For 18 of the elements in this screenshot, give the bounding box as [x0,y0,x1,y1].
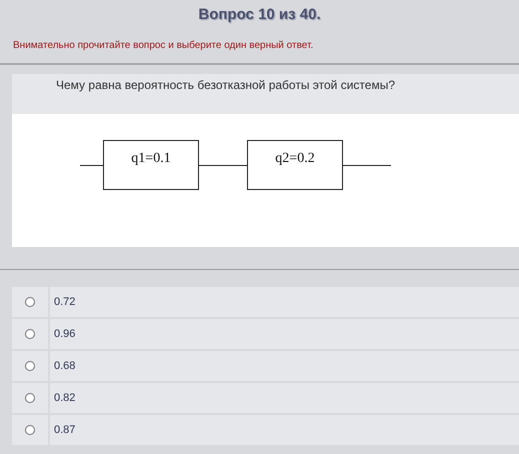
answer-option[interactable]: 0.72 [50,287,519,317]
diagram-block: q2=0.2 [247,140,343,190]
answer-option[interactable]: 0.87 [50,415,519,445]
answer-option[interactable]: 0.96 [50,319,519,349]
radio-button[interactable] [25,393,35,403]
radio-button[interactable] [25,361,35,371]
connector-line [199,164,247,166]
radio-button[interactable] [25,297,35,307]
question-number-title: Вопрос 10 из 40. [197,5,322,25]
answer-option[interactable]: 0.68 [50,351,519,381]
answer-option[interactable]: 0.82 [50,383,519,413]
radio-button[interactable] [25,329,35,339]
question-text: Чему равна вероятность безотказной работы этой системы? [55,77,396,92]
diagram-block: q1=0.1 [103,140,199,190]
connector-line [343,164,391,166]
instruction-text: Внимательно прочитайте вопрос и выберите один верный ответ. [12,40,314,51]
radio-button[interactable] [25,425,35,435]
connector-line [80,164,103,166]
